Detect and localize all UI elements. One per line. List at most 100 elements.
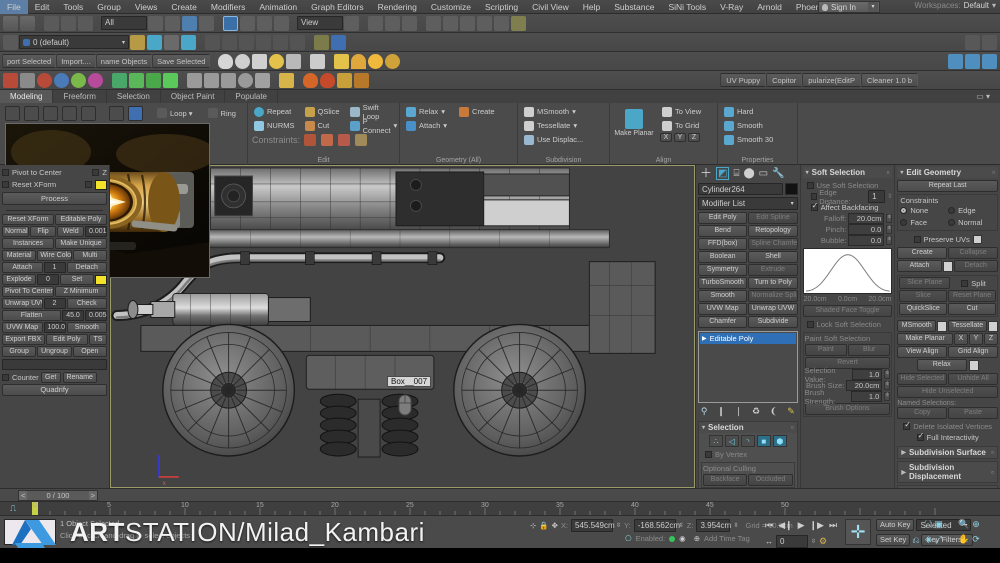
undo-icon[interactable] bbox=[3, 15, 18, 31]
falloff-spinner[interactable]: Falloff: 20.0cm ⇳ bbox=[803, 213, 893, 224]
select-and-scale-icon[interactable] bbox=[257, 15, 272, 31]
percent-snap-icon[interactable] bbox=[239, 34, 254, 50]
ungroup-button[interactable]: Ungroup bbox=[37, 346, 72, 357]
flip-button[interactable]: Flip bbox=[29, 226, 57, 237]
edit-geometry-rollout-header[interactable]: ▾ Edit Geometry ▫ bbox=[897, 167, 998, 178]
menu-item-arnold[interactable]: Arnold bbox=[750, 0, 789, 14]
reset-xform-button[interactable]: Reset XForm bbox=[2, 214, 54, 225]
light-icon[interactable] bbox=[269, 53, 285, 69]
smooth-button[interactable]: Smooth bbox=[66, 322, 107, 333]
slice-plane-button[interactable]: Slice Plane bbox=[899, 277, 951, 289]
edge-distance-field[interactable]: 1 bbox=[868, 190, 886, 203]
video-camera-icon[interactable] bbox=[310, 53, 326, 69]
next-frame-button[interactable]: > bbox=[88, 490, 97, 500]
time-config-icon[interactable]: ◉ bbox=[679, 534, 686, 543]
attach-button[interactable]: Attach bbox=[2, 262, 43, 273]
blur-button[interactable]: Blur bbox=[848, 344, 891, 356]
modifier-turbosmooth[interactable]: TurboSmooth bbox=[698, 277, 748, 289]
preserve-uvs-checkbox[interactable]: Preserve UVs bbox=[913, 234, 970, 245]
ribbon-subdiv-use-displacement[interactable]: Use Displac... bbox=[522, 133, 605, 146]
modifier-chamfer[interactable]: Chamfer bbox=[698, 316, 748, 328]
menu-item-help[interactable]: Help bbox=[576, 0, 607, 14]
unnamed-checkbox[interactable] bbox=[85, 181, 92, 188]
move-gizmo-icon[interactable] bbox=[112, 72, 127, 88]
open-button[interactable]: Open bbox=[72, 346, 107, 357]
menu-item-customize[interactable]: Customize bbox=[424, 0, 478, 14]
menu-item-create[interactable]: Create bbox=[164, 0, 204, 14]
make-unique-icon[interactable]: ❘ bbox=[735, 406, 743, 417]
mirror-icon[interactable] bbox=[368, 15, 383, 31]
modifier-normalize-spline[interactable]: Normalize Spline bbox=[748, 290, 798, 302]
ribbon-subdiv-msmooth[interactable]: MSmooth ▾ bbox=[522, 105, 605, 118]
make-planar-button[interactable]: Make Planar bbox=[897, 333, 953, 345]
reset-xform-checkbox[interactable]: Reset XForm bbox=[2, 179, 56, 190]
layer-stack-icon[interactable] bbox=[147, 34, 162, 50]
modifier-edit-poly[interactable]: Edit Poly bbox=[698, 212, 748, 224]
bubble-spinner[interactable]: Bubble: 0.0 ⇳ bbox=[803, 235, 893, 246]
go-to-start-icon[interactable]: ⏮ bbox=[765, 520, 773, 531]
detach-button[interactable]: Detach bbox=[953, 260, 998, 272]
spinner-icon[interactable]: ⇳ bbox=[887, 193, 892, 200]
set-button[interactable]: Set bbox=[60, 274, 94, 285]
selection-value-spinner[interactable]: Selection Value: 1.0 ⇳ bbox=[805, 366, 891, 384]
instances-button[interactable]: Instances bbox=[2, 238, 54, 249]
ribbon-tab-modeling[interactable]: Modeling bbox=[0, 90, 54, 103]
rollout-pin-icon[interactable]: ▫ bbox=[887, 168, 890, 177]
flatten-spacing-field[interactable]: 0.005 bbox=[85, 310, 107, 321]
occluded-button[interactable]: Occluded bbox=[748, 474, 793, 486]
modifier-list-dropdown[interactable]: Modifier List ▾ bbox=[698, 197, 798, 210]
rename-objects-button[interactable]: name Objects bbox=[95, 54, 153, 68]
ribbon-edit-cut[interactable]: Cut bbox=[303, 119, 342, 132]
spinner-icon[interactable]: ⇳ bbox=[811, 538, 816, 545]
funnel-icon[interactable] bbox=[334, 53, 350, 69]
flatten-angle-field[interactable]: 45.0 bbox=[62, 310, 84, 321]
edge-subobject-icon[interactable] bbox=[24, 105, 39, 121]
zoom-region-icon[interactable]: ▣ bbox=[934, 519, 943, 530]
show-end-result-icon[interactable]: ❙ bbox=[717, 406, 725, 417]
polygon-subobject-icon[interactable] bbox=[62, 105, 77, 121]
y-field[interactable]: -168.562cm bbox=[633, 519, 680, 532]
normal-button[interactable]: Normal bbox=[2, 226, 29, 237]
paint-button[interactable]: Paint bbox=[804, 344, 847, 356]
ribbon-tab-object-paint[interactable]: Object Paint bbox=[161, 90, 226, 103]
modifier-uvw-map[interactable]: UVW Map bbox=[698, 303, 748, 315]
full-interactivity-checkbox[interactable]: Full Interactivity bbox=[897, 431, 998, 443]
sphere-blue-icon[interactable] bbox=[54, 72, 69, 88]
named-selection-icon[interactable] bbox=[290, 34, 305, 50]
edge-distance-checkbox[interactable] bbox=[810, 193, 818, 200]
angle-snap-icon[interactable] bbox=[222, 34, 237, 50]
delete-isolated-vertices-checkbox[interactable]: Delete Isolated Vertices bbox=[897, 420, 998, 432]
ribbon-geometry-attach[interactable]: Attach ▾ bbox=[404, 119, 449, 132]
selection-rollout-header[interactable]: ▾ Selection ▫ bbox=[699, 422, 797, 433]
repeat-last-button[interactable]: Repeat Last bbox=[897, 180, 998, 192]
select-layer-objects-icon[interactable] bbox=[181, 34, 196, 50]
soft-selection-rollout-header[interactable]: ▾ Soft Selection ▫ bbox=[802, 167, 893, 178]
ribbon-edit-repeat[interactable]: Repeat bbox=[252, 105, 297, 118]
layer-dropdown[interactable]: 0 (default) ▾ bbox=[19, 35, 129, 49]
ribbon-align-to-view[interactable]: To View bbox=[660, 105, 703, 118]
element-level-icon[interactable]: ⬢ bbox=[772, 435, 787, 447]
spinner-icon[interactable]: ⇳ bbox=[886, 214, 893, 223]
timeline-key-toggle-icon[interactable]: ⎍ bbox=[10, 503, 16, 514]
modifier-boolean[interactable]: Boolean bbox=[698, 251, 748, 263]
select-link-icon[interactable] bbox=[44, 15, 59, 31]
pan-view-icon[interactable]: ✋ bbox=[958, 534, 969, 545]
prev-frame-button[interactable]: < bbox=[19, 490, 28, 500]
detach-button[interactable]: Detach bbox=[66, 262, 107, 273]
menu-item-group[interactable]: Group bbox=[90, 0, 128, 14]
vray-frame-icon[interactable] bbox=[965, 53, 980, 69]
object-color-swatch[interactable] bbox=[784, 183, 798, 195]
weld-threshold-field[interactable]: 0.001 bbox=[85, 226, 108, 237]
camera-icon[interactable] bbox=[252, 53, 268, 69]
edged-faces-icon[interactable] bbox=[273, 34, 288, 50]
star-green-icon[interactable] bbox=[163, 72, 178, 88]
ribbon-tab-selection[interactable]: Selection bbox=[107, 90, 161, 103]
msmooth-settings-icon[interactable] bbox=[937, 320, 948, 332]
orbit-icon[interactable]: ⟳ bbox=[972, 534, 980, 545]
uvw-map-button[interactable]: UVW Map bbox=[2, 322, 43, 333]
vertex-level-icon[interactable]: ∴ bbox=[708, 435, 723, 447]
sign-in-button[interactable]: Sign In ▾ bbox=[818, 1, 880, 13]
render-frame-icon[interactable] bbox=[494, 15, 509, 31]
ribbon-subdiv-tessellate[interactable]: Tessellate ▾ bbox=[522, 119, 605, 132]
color-swatch-yellow-2[interactable] bbox=[95, 274, 107, 285]
